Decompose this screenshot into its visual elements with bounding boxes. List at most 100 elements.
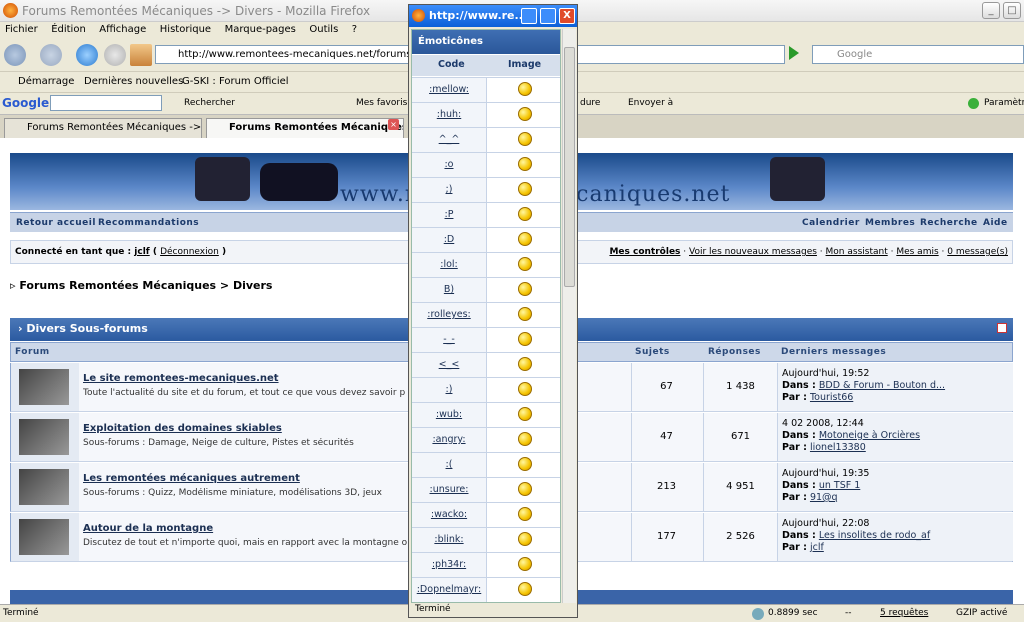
emoticon-code-link[interactable]: :mellow:: [412, 78, 487, 102]
forum-title-link[interactable]: Autour de la montagne: [83, 523, 213, 534]
menu-affichage[interactable]: Affichage: [94, 22, 151, 37]
go-icon[interactable]: [789, 46, 799, 60]
emoticon-image[interactable]: [488, 156, 560, 174]
popup-minimize-button[interactable]: [521, 8, 537, 24]
emoticon-image[interactable]: [488, 556, 560, 574]
emoticon-image[interactable]: [488, 206, 560, 224]
nav-calendrier[interactable]: Calendrier: [802, 218, 860, 228]
envoyer-button[interactable]: Envoyer à: [628, 98, 673, 108]
emoticon-code-link[interactable]: :): [412, 378, 487, 402]
emoticon-image[interactable]: [488, 231, 560, 249]
emoticon-image[interactable]: [488, 331, 560, 349]
last-post-topic-link[interactable]: BDD & Forum - Bouton d...: [819, 380, 945, 391]
forward-icon[interactable]: [40, 44, 62, 66]
nav-recommandations[interactable]: Recommandations: [98, 218, 199, 228]
requests-link[interactable]: 5 requêtes: [880, 608, 928, 618]
tab-ecr[interactable]: Forums Remontées Mécaniques -> Écr...: [4, 118, 202, 138]
last-post-author-link[interactable]: Tourist66: [810, 392, 853, 403]
popup-close-button[interactable]: X: [559, 8, 575, 24]
stop-icon[interactable]: [104, 44, 126, 66]
emoticon-image[interactable]: [488, 131, 560, 149]
emoticon-code-link[interactable]: :rolleyes:: [412, 303, 487, 327]
last-post-author-link[interactable]: jclf: [810, 542, 824, 553]
minimize-button[interactable]: _: [982, 2, 1000, 19]
emoticon-code-link[interactable]: -_-: [412, 328, 487, 352]
menu-outils[interactable]: Outils: [304, 22, 343, 37]
emoticon-code-link[interactable]: B): [412, 278, 487, 302]
emoticon-code-link[interactable]: :P: [412, 203, 487, 227]
bookmark-demarrage[interactable]: Démarrage: [18, 76, 74, 87]
emoticon-image[interactable]: [488, 306, 560, 324]
close-tab-icon[interactable]: ×: [388, 119, 399, 130]
nav-recherche[interactable]: Recherche: [920, 218, 978, 228]
emoticon-image[interactable]: [488, 281, 560, 299]
emoticon-code-link[interactable]: :wub:: [412, 403, 487, 427]
emoticon-code-link[interactable]: :lol:: [412, 253, 487, 277]
emoticon-image[interactable]: [488, 381, 560, 399]
last-post-author-link[interactable]: 91@q: [810, 492, 838, 503]
link-nouveaux-messages[interactable]: Voir les nouveaux messages: [689, 247, 817, 257]
emoticon-image[interactable]: [488, 531, 560, 549]
emoticon-code-link[interactable]: :ph34r:: [412, 553, 487, 577]
maximize-button[interactable]: □: [1003, 2, 1021, 19]
back-icon[interactable]: [4, 44, 26, 66]
emoticon-image[interactable]: [488, 581, 560, 599]
bookmark-g-ski[interactable]: G-SKI : Forum Officiel: [182, 76, 289, 87]
emoticon-image[interactable]: [488, 506, 560, 524]
reload-icon[interactable]: [76, 44, 98, 66]
nav-aide[interactable]: Aide: [983, 218, 1008, 228]
rechercher-button[interactable]: Rechercher: [184, 98, 235, 108]
forum-title-link[interactable]: Exploitation des domaines skiables: [83, 423, 282, 434]
link-mes-amis[interactable]: Mes amis: [896, 247, 938, 257]
last-post-topic-link[interactable]: Les insolites de rodo_af: [819, 530, 930, 541]
emoticon-code-link[interactable]: ;): [412, 178, 487, 202]
emoticon-code-link[interactable]: :angry:: [412, 428, 487, 452]
emoticon-image[interactable]: [488, 431, 560, 449]
last-post-topic-link[interactable]: Motoneige à Orcières: [819, 430, 920, 441]
emoticon-image[interactable]: [488, 356, 560, 374]
menu-help[interactable]: ?: [347, 22, 362, 37]
nav-retour-accueil[interactable]: Retour accueil: [16, 218, 96, 228]
emoticon-code-link[interactable]: :wacko:: [412, 503, 487, 527]
emoticon-image[interactable]: [488, 481, 560, 499]
emoticon-code-link[interactable]: :blink:: [412, 528, 487, 552]
emoticon-image[interactable]: [488, 256, 560, 274]
menu-fichier[interactable]: Fichier: [0, 22, 43, 37]
emoticon-image[interactable]: [488, 406, 560, 424]
google-search-field[interactable]: [50, 95, 162, 111]
home-icon[interactable]: [130, 44, 152, 66]
mes-favoris-button[interactable]: Mes favoris: [356, 98, 407, 108]
link-mon-assistant[interactable]: Mon assistant: [826, 247, 888, 257]
scroll-thumb[interactable]: [564, 47, 575, 287]
emoticon-code-link[interactable]: :D: [412, 228, 487, 252]
emoticon-code-link[interactable]: :huh:: [412, 103, 487, 127]
link-mes-controles[interactable]: Mes contrôles: [609, 247, 680, 257]
forum-title-link[interactable]: Le site remontees-mecaniques.net: [83, 373, 279, 384]
collapse-icon[interactable]: [997, 323, 1007, 333]
tab-active[interactable]: Forums Remontées Mécaniques ...: [206, 118, 404, 138]
emoticon-code-link[interactable]: <_<: [412, 353, 487, 377]
emoticon-code-link[interactable]: :(: [412, 453, 487, 477]
emoticon-image[interactable]: [488, 181, 560, 199]
nav-membres[interactable]: Membres: [865, 218, 915, 228]
emoticon-code-link[interactable]: :o: [412, 153, 487, 177]
menu-marque-pages[interactable]: Marque-pages: [220, 22, 301, 37]
last-post-author-link[interactable]: lionel13380: [810, 442, 866, 453]
menu-edition[interactable]: Édition: [46, 22, 91, 37]
emoticon-code-link[interactable]: :Dopnelmayr:: [412, 578, 487, 602]
last-post-topic-link[interactable]: un TSF 1: [819, 480, 860, 491]
emoticon-image[interactable]: [488, 106, 560, 124]
emoticon-code-link[interactable]: ^_^: [412, 128, 487, 152]
popup-maximize-button[interactable]: [540, 8, 556, 24]
emoticon-image[interactable]: [488, 81, 560, 99]
forum-title-link[interactable]: Les remontées mécaniques autrement: [83, 473, 300, 484]
parametres-button[interactable]: Paramètres: [984, 98, 1024, 108]
emoticon-code-link[interactable]: :unsure:: [412, 478, 487, 502]
user-name-link[interactable]: jclf: [134, 247, 149, 257]
link-messages[interactable]: 0 message(s): [947, 247, 1008, 257]
popup-scrollbar[interactable]: [562, 29, 576, 603]
menu-historique[interactable]: Historique: [155, 22, 216, 37]
bookmark-dernieres-nouvelles[interactable]: Dernières nouvelles: [84, 76, 183, 87]
search-input[interactable]: Google: [812, 45, 1024, 64]
emoticon-image[interactable]: [488, 456, 560, 474]
